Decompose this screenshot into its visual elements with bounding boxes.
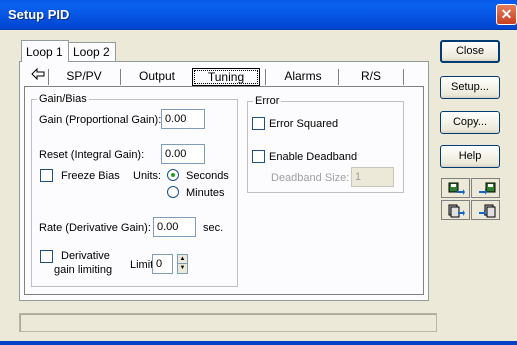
tab-loop-2[interactable]: Loop 2 [68, 42, 116, 62]
tab-sp-pv[interactable]: SP/PV [54, 68, 114, 86]
tab-alarms[interactable]: Alarms [270, 68, 336, 86]
gain-bias-title: Gain/Bias [37, 93, 89, 105]
status-bar [19, 313, 437, 332]
derivative-limit-label-line1: Derivative [61, 250, 110, 262]
tab-output[interactable]: Output [126, 68, 188, 86]
inner-tab-strip: SP/PV Output Tuning Alarms R/S [30, 67, 420, 86]
copy-right-icon[interactable] [471, 200, 500, 220]
enable-deadband-label: Enable Deadband [269, 151, 358, 163]
import-right-icon[interactable] [471, 178, 500, 198]
spin-down-icon[interactable]: ▼ [178, 264, 187, 273]
tab-separator [120, 69, 122, 85]
limit-input[interactable]: 0 [152, 254, 173, 274]
tab-back-arrow-icon[interactable] [30, 67, 46, 86]
limit-spinner[interactable]: ▲ ▼ [177, 254, 188, 274]
help-button[interactable]: Help [440, 145, 500, 168]
tab-r-s[interactable]: R/S [342, 68, 400, 86]
tab-separator [403, 69, 405, 85]
tab-separator [338, 69, 340, 85]
units-seconds-radio[interactable] [167, 169, 179, 181]
tab-separator [265, 69, 267, 85]
tab-separator [48, 69, 50, 85]
reset-label: Reset (Integral Gain): [39, 149, 145, 161]
units-minutes-radio[interactable] [167, 186, 179, 198]
spin-up-icon[interactable]: ▲ [178, 255, 187, 264]
gain-label: Gain (Proportional Gain): [39, 114, 162, 126]
derivative-limit-label-line2: gain limiting [54, 264, 113, 276]
error-title: Error [253, 95, 282, 107]
export-left-icon[interactable] [441, 178, 470, 198]
enable-deadband-checkbox[interactable] [252, 150, 265, 163]
error-squared-checkbox[interactable] [252, 117, 265, 130]
copy-button[interactable]: Copy... [440, 111, 500, 134]
setup-pid-window: Setup PID ✕ Loop 1 Loop 2 SP/PV Output T… [0, 0, 517, 345]
units-minutes-label: Minutes [186, 187, 225, 199]
close-window-icon[interactable]: ✕ [496, 4, 517, 25]
window-title: Setup PID [8, 7, 70, 22]
derivative-gain-limiting-checkbox[interactable] [40, 250, 53, 263]
rate-label: Rate (Derivative Gain): [39, 222, 151, 234]
tab-tuning[interactable]: Tuning [192, 68, 260, 86]
freeze-bias-checkbox[interactable] [40, 169, 53, 182]
setup-button[interactable]: Setup... [440, 76, 500, 99]
window-bottom-frame [0, 341, 517, 345]
close-button[interactable]: Close [440, 40, 500, 63]
freeze-bias-label: Freeze Bias [61, 170, 120, 182]
title-bar[interactable]: Setup PID ✕ [0, 0, 517, 30]
units-seconds-label: Seconds [186, 170, 229, 182]
gain-input[interactable]: 0.00 [161, 109, 205, 129]
units-label: Units: [133, 170, 162, 182]
rate-unit-label: sec. [203, 222, 224, 234]
deadband-size-label: Deadband Size: [271, 172, 350, 184]
tab-loop-1[interactable]: Loop 1 [21, 40, 69, 62]
reset-input[interactable]: 0.00 [161, 144, 205, 164]
error-squared-label: Error Squared [269, 118, 339, 130]
rate-input[interactable]: 0.00 [153, 217, 196, 237]
deadband-size-input[interactable]: 1 [351, 167, 394, 187]
copy-left-icon[interactable] [441, 200, 470, 220]
